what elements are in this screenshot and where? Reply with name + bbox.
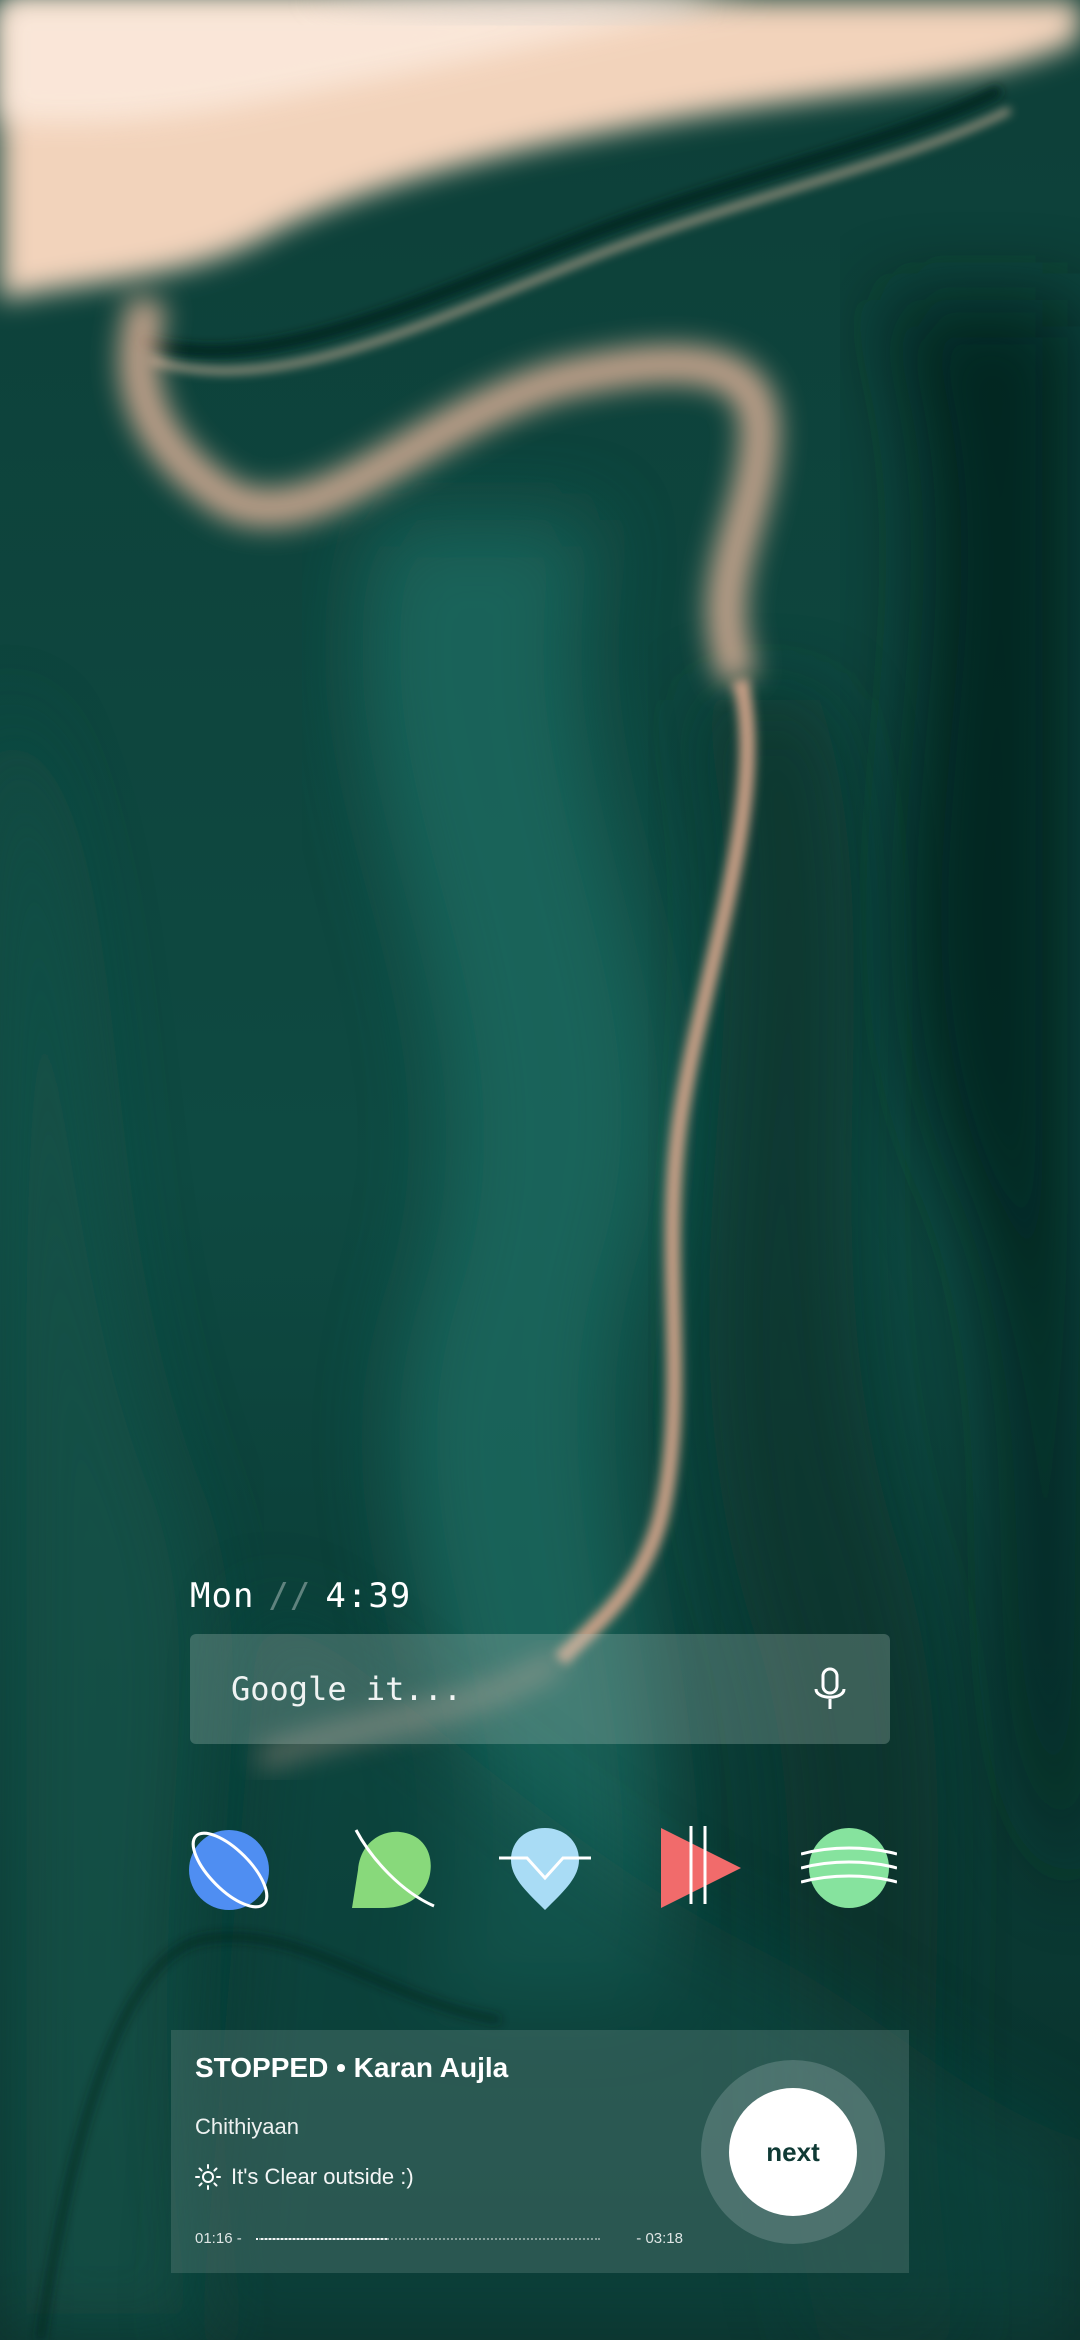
song-title: Chithiyaan — [195, 2114, 299, 2139]
app-dock — [185, 1820, 905, 1930]
next-button-ring: next — [701, 2060, 885, 2244]
search-bar[interactable]: Google it... — [190, 1634, 890, 1744]
planet-icon[interactable] — [185, 1820, 281, 1916]
sun-icon — [195, 2164, 221, 2190]
wallpaper — [0, 0, 1080, 2340]
playback-status: STOPPED • Karan Aujla — [195, 2052, 509, 2083]
location-pin-icon[interactable] — [497, 1820, 593, 1916]
chat-bubble-icon[interactable] — [342, 1820, 438, 1916]
play-pause-icon[interactable] — [653, 1820, 749, 1916]
progress-bar[interactable]: 01:16 - - 03:18 — [195, 2226, 683, 2250]
elapsed-time: 01:16 - — [195, 2230, 242, 2247]
weather-text: It's Clear outside :) — [231, 2164, 414, 2189]
search-placeholder[interactable]: Google it... — [231, 1634, 462, 1744]
music-widget[interactable]: STOPPED • Karan Aujla Chithiyaan It's Cl… — [171, 2030, 909, 2273]
microphone-icon[interactable] — [810, 1667, 850, 1713]
next-button[interactable]: next — [729, 2088, 857, 2216]
time-label: 4:39 — [325, 1576, 412, 1616]
date-time: Mon // 4:39 — [190, 1576, 411, 1616]
day-label: Mon — [190, 1576, 255, 1616]
progress-fill — [256, 2238, 387, 2240]
weather-status: It's Clear outside :) — [195, 2164, 414, 2190]
total-time: - 03:18 — [636, 2230, 683, 2247]
striped-globe-icon[interactable] — [801, 1820, 897, 1916]
home-screen: Mon // 4:39 Google it... STOPPED • Karan A… — [0, 0, 1080, 2340]
separator: // — [268, 1576, 312, 1616]
